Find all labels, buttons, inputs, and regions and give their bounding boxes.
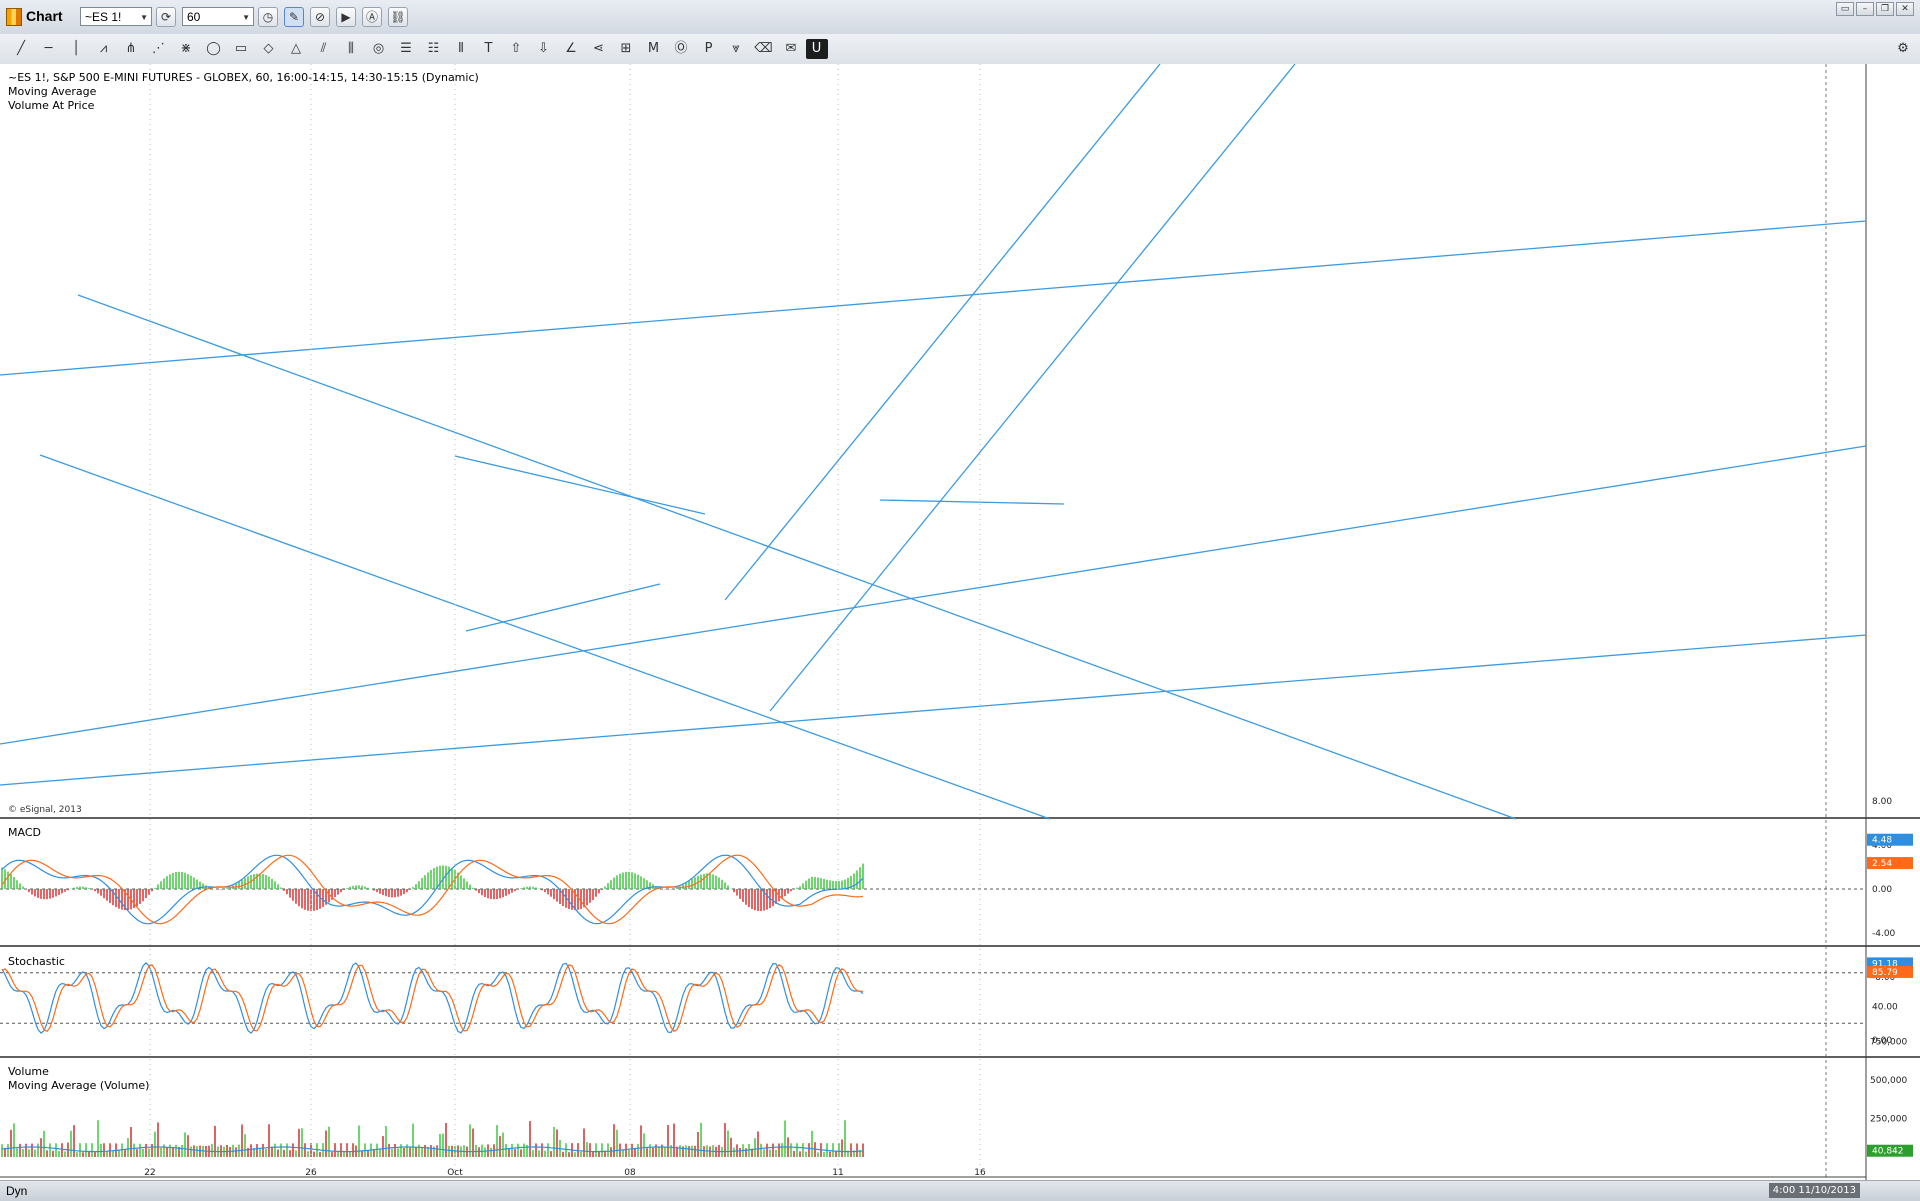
polygon-tool-icon[interactable]: ◇	[256, 39, 282, 59]
volume-label: Volume	[8, 1065, 49, 1078]
cursor-icon[interactable]: ⊘	[310, 7, 330, 27]
stochastic-tick-label: 40.00	[1872, 1002, 1898, 1012]
fib-time-tool-icon[interactable]: ⦀	[448, 39, 474, 59]
time-tick-label: 16	[974, 1168, 986, 1178]
clock-icon[interactable]: ◷	[258, 7, 278, 27]
settings-icon[interactable]: ⚙	[1890, 39, 1916, 59]
cursor-time: 4:00 11/10/2013	[1768, 1183, 1860, 1198]
close-icon[interactable]: ✕	[1896, 2, 1914, 16]
symbol-combo[interactable]: ~ES 1! ▼	[80, 7, 152, 26]
drawing-toolbar: ╱ ─ │ ⩘ ⋔ ⋰ ⋇ ◯ ▭ ◇ △ ⫽ ⫼ ◎ ☰ ☷ ⦀ T ⇧ ⇩ ∠ ⋖ ⊞ M Ⓞ P ⩔ ⌫ ✉ U ⚙	[0, 34, 1920, 65]
channel-tool-icon[interactable]: ⫼	[338, 39, 364, 59]
study-moving-average: Moving Average	[8, 85, 97, 98]
chart-header: ~ES 1!, S&P 500 E-MINI FUTURES - GLOBEX,…	[8, 71, 479, 84]
stochastic-d-value: 85.79	[1872, 968, 1898, 978]
stochastic-label: Stochastic	[8, 955, 65, 968]
magnet-tool-icon[interactable]: U	[805, 39, 828, 59]
macd-tick-label: 0.00	[1872, 885, 1892, 895]
volume-ma-label: Moving Average (Volume)	[8, 1079, 149, 1092]
link-icon[interactable]: ⛓	[388, 7, 408, 27]
chart-background	[0, 64, 1920, 1180]
arrow-down-tool-icon[interactable]: ⇩	[531, 39, 557, 59]
line-tool-icon[interactable]: ╱	[8, 39, 34, 59]
mob-tool-icon[interactable]: M	[641, 39, 667, 59]
fib-fan-tool-icon[interactable]: ☷	[421, 39, 447, 59]
wave-tool-icon[interactable]: ⩘	[91, 39, 117, 59]
status-bar: Dyn 4:00 11/10/2013	[0, 1180, 1920, 1201]
trend-angle-tool-icon[interactable]: ∠	[558, 39, 584, 59]
volume-tick-label: 250,000	[1870, 1115, 1907, 1125]
cycle-tool-icon[interactable]: ◎	[366, 39, 392, 59]
parallel-tool-icon[interactable]: ⫽	[311, 39, 337, 59]
interval-combo[interactable]: 60 ▼	[182, 7, 254, 26]
time-tick-label: 11	[832, 1168, 843, 1178]
chevron-down-icon: ▼	[140, 13, 148, 22]
chevron-down-icon: ▼	[242, 13, 250, 22]
window-title: Chart	[26, 8, 63, 24]
time-tick-label: 22	[144, 1168, 155, 1178]
zigzag-tool-icon[interactable]: ⩔	[723, 39, 749, 59]
horizontal-line-tool-icon[interactable]: ─	[36, 39, 62, 59]
pencil-icon[interactable]: ✎	[284, 7, 304, 27]
note-tool-icon[interactable]: ✉	[778, 39, 804, 59]
elliott-tool-icon[interactable]: Ⓞ	[668, 39, 694, 59]
macd-tick-label: -4.00	[1872, 929, 1896, 939]
study-volume-at-price: Volume At Price	[8, 99, 95, 112]
copyright-label: © eSignal, 2013	[8, 805, 82, 815]
gann-tool-icon[interactable]: ⋇	[173, 39, 199, 59]
symbol-value: ~ES 1!	[85, 10, 122, 24]
play-icon[interactable]: ▶	[336, 7, 356, 27]
grid-tool-icon[interactable]: ⊞	[613, 39, 639, 59]
refresh-icon[interactable]: ⟳	[156, 7, 176, 27]
chart-area[interactable]: 0.764 (1756.00)0.618 (1733.94)0.5 (1715.…	[0, 64, 1920, 1180]
macd-value: 4.48	[1872, 836, 1892, 846]
interval-value: 60	[187, 10, 201, 24]
triangle-tool-icon[interactable]: △	[283, 39, 309, 59]
vertical-line-tool-icon[interactable]: │	[63, 39, 89, 59]
time-tick-label: Oct	[447, 1168, 463, 1178]
app-logo-icon	[6, 8, 22, 26]
fib-tool-icon[interactable]: ⋰	[146, 39, 172, 59]
speed-lines-tool-icon[interactable]: ⋖	[586, 39, 612, 59]
fib-retracement-tool-icon[interactable]: ☰	[393, 39, 419, 59]
signal-value: 2.54	[1872, 859, 1892, 869]
volume-tick-label: 500,000	[1870, 1076, 1907, 1086]
title-bar: Chart ~ES 1! ▼ ⟳ 60 ▼ ◷ ✎ ⊘ ▶ Ⓐ ⛓ ▭ – ❐ ✕	[0, 0, 1920, 35]
maximize-icon[interactable]: ❐	[1876, 2, 1894, 16]
ellipse-tool-icon[interactable]: ◯	[201, 39, 227, 59]
rectangle-tool-icon[interactable]: ▭	[228, 39, 254, 59]
time-tick-label: 26	[305, 1168, 317, 1178]
text-tool-icon[interactable]: T	[476, 39, 502, 59]
volume-tick-label: 750,000	[1870, 1038, 1907, 1048]
volume-value: 40,842	[1872, 1147, 1904, 1157]
arrow-up-tool-icon[interactable]: ⇧	[503, 39, 529, 59]
restore-icon[interactable]: ▭	[1836, 2, 1854, 16]
pitchfork-tool-icon[interactable]: ⋔	[118, 39, 144, 59]
alert-icon[interactable]: Ⓐ	[362, 7, 382, 27]
pti-tool-icon[interactable]: P	[696, 39, 722, 59]
macd-tick-label: 8.00	[1872, 797, 1892, 807]
macd-label: MACD	[8, 826, 41, 839]
minimize-icon[interactable]: –	[1856, 2, 1874, 16]
dynamic-label: Dyn	[6, 1184, 28, 1198]
eraser-tool-icon[interactable]: ⌫	[751, 39, 777, 59]
time-tick-label: 08	[624, 1168, 636, 1178]
